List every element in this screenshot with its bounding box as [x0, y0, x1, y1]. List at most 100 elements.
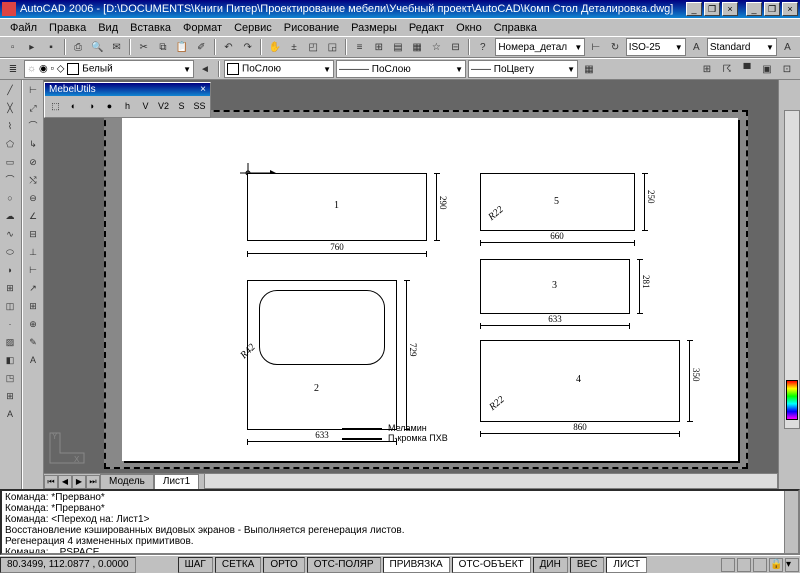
xline-tool[interactable]: ╳: [1, 100, 19, 117]
tray-icon-1[interactable]: [721, 558, 735, 572]
dim-baseline[interactable]: ⊥: [24, 244, 42, 261]
toggle-dyn[interactable]: ДИН: [533, 557, 568, 573]
dim-tolerance[interactable]: ⊞: [24, 298, 42, 315]
mebel-btn-6[interactable]: V2: [155, 98, 172, 115]
tray-lock-icon[interactable]: 🔒: [769, 558, 783, 572]
dim-quick[interactable]: ⊟: [24, 226, 42, 243]
text-tool-button[interactable]: A: [779, 38, 796, 56]
open-button[interactable]: ▸: [23, 38, 40, 56]
menu-insert[interactable]: Вставка: [124, 21, 177, 35]
cut-button[interactable]: ✂: [135, 38, 152, 56]
tray-menu-icon[interactable]: ▾: [785, 558, 799, 572]
coordinates[interactable]: 80.3499, 112.0877 , 0.0000: [0, 557, 136, 573]
undo-button[interactable]: ↶: [220, 38, 237, 56]
command-line[interactable]: Команда: *Прервано* Команда: *Прервано* …: [0, 489, 800, 555]
properties-button[interactable]: ≡: [351, 38, 368, 56]
mebel-btn-5[interactable]: V: [137, 98, 154, 115]
toggle-ortho[interactable]: ОРТО: [263, 557, 304, 573]
color-palette[interactable]: [786, 380, 798, 420]
dim-edit[interactable]: ✎: [24, 334, 42, 351]
region-tool[interactable]: ◳: [1, 370, 19, 387]
menu-window[interactable]: Окно: [450, 21, 488, 35]
redo-button[interactable]: ↷: [239, 38, 256, 56]
polygon-tool[interactable]: ⬠: [1, 136, 19, 153]
mdi-minimize-button[interactable]: _: [686, 2, 702, 16]
line-tool[interactable]: ╱: [1, 82, 19, 99]
match-button[interactable]: ✐: [193, 38, 210, 56]
revcloud-tool[interactable]: ☁: [1, 208, 19, 225]
zoom-window-button[interactable]: ◰: [305, 38, 322, 56]
zoom-rt-button[interactable]: ±: [285, 38, 302, 56]
drawing-canvas[interactable]: MebelUtils× ⬚ ◐ ◑ ● h V V2 S SS: [44, 80, 778, 489]
designcenter-button[interactable]: ⊞: [370, 38, 387, 56]
textstyle-select[interactable]: Standard▼: [707, 38, 777, 56]
toggle-grid[interactable]: СЕТКА: [215, 557, 262, 573]
tab-prev[interactable]: ◀: [58, 475, 72, 489]
tray-icon-2[interactable]: [737, 558, 751, 572]
mebelutils-toolbar[interactable]: MebelUtils× ⬚ ◐ ◑ ● h V V2 S SS: [44, 82, 211, 118]
tray-icon-3[interactable]: [753, 558, 767, 572]
publish-button[interactable]: ✉: [108, 38, 125, 56]
qcalc-button[interactable]: ⊟: [447, 38, 464, 56]
iso-select[interactable]: ISO-25▼: [626, 38, 686, 56]
menu-format[interactable]: Формат: [177, 21, 228, 35]
tb-b[interactable]: ☈: [718, 60, 736, 78]
new-button[interactable]: ▫: [4, 38, 21, 56]
copy-button[interactable]: ⧉: [154, 38, 171, 56]
minimize-button[interactable]: _: [746, 2, 762, 16]
dim-tedit[interactable]: A: [24, 352, 42, 369]
plot-button[interactable]: ⎙: [70, 38, 87, 56]
dim-ordinate[interactable]: ↳: [24, 136, 42, 153]
tab-layout1[interactable]: Лист1: [154, 474, 199, 489]
zoom-prev-button[interactable]: ◲: [324, 38, 341, 56]
dim-arc[interactable]: ⌒: [24, 118, 42, 135]
hatch-tool[interactable]: ▨: [1, 334, 19, 351]
mebel-btn-7[interactable]: S: [173, 98, 190, 115]
tab-first[interactable]: ⏮: [44, 475, 58, 489]
mebel-btn-2[interactable]: ◑: [83, 98, 100, 115]
menu-help[interactable]: Справка: [488, 21, 543, 35]
menu-view[interactable]: Вид: [92, 21, 124, 35]
linetype-select[interactable]: ——— ПоСлою▼: [336, 60, 466, 78]
mebel-btn-4[interactable]: h: [119, 98, 136, 115]
sheetset-button[interactable]: ▦: [409, 38, 426, 56]
dim-radius[interactable]: ⊘: [24, 154, 42, 171]
toggle-osnap[interactable]: ПРИВЯЗКА: [383, 557, 450, 573]
ellipse-tool[interactable]: ⬭: [1, 244, 19, 261]
block-tool[interactable]: ◫: [1, 298, 19, 315]
dim-diameter[interactable]: ⊖: [24, 190, 42, 207]
insert-tool[interactable]: ⊞: [1, 280, 19, 297]
ellipsearc-tool[interactable]: ◗: [1, 262, 19, 279]
toggle-lwt[interactable]: ВЕС: [570, 557, 605, 573]
tb-a[interactable]: ⊞: [698, 60, 716, 78]
close-button[interactable]: ×: [782, 2, 798, 16]
dim-update-button[interactable]: ↻: [607, 38, 624, 56]
toggle-paper[interactable]: ЛИСТ: [606, 557, 647, 573]
pline-tool[interactable]: ⌇: [1, 118, 19, 135]
lineweight-select[interactable]: —— ПоЦвету▼: [468, 60, 578, 78]
preview-button[interactable]: 🔍: [89, 38, 106, 56]
horizontal-scrollbar[interactable]: [204, 473, 778, 489]
plot-style-button[interactable]: ▦: [580, 60, 598, 78]
pan-button[interactable]: ✋: [266, 38, 283, 56]
mdi-close-button[interactable]: ×: [722, 2, 738, 16]
markup-button[interactable]: ☆: [428, 38, 445, 56]
mebel-btn-8[interactable]: SS: [191, 98, 208, 115]
dim-angular[interactable]: ∠: [24, 208, 42, 225]
menu-file[interactable]: Файл: [4, 21, 43, 35]
dim-continue[interactable]: ⊢: [24, 262, 42, 279]
menu-tools[interactable]: Сервис: [228, 21, 278, 35]
menu-draw[interactable]: Рисование: [278, 21, 345, 35]
dim-linear-button[interactable]: ⊢: [587, 38, 604, 56]
mebel-btn-1[interactable]: ◐: [65, 98, 82, 115]
gradient-tool[interactable]: ◧: [1, 352, 19, 369]
menu-modify[interactable]: Редакт: [403, 21, 450, 35]
mebel-btn-0[interactable]: ⬚: [47, 98, 64, 115]
layer-select[interactable]: ☼ ◉ ▫ ◇ Белый▼: [24, 60, 194, 78]
dim-jogged[interactable]: ⤭: [24, 172, 42, 189]
dimstyle-select[interactable]: Номера_детал▼: [495, 38, 585, 56]
dim-center[interactable]: ⊕: [24, 316, 42, 333]
mdi-restore-button[interactable]: ❐: [704, 2, 720, 16]
circle-tool[interactable]: ○: [1, 190, 19, 207]
point-tool[interactable]: ·: [1, 316, 19, 333]
